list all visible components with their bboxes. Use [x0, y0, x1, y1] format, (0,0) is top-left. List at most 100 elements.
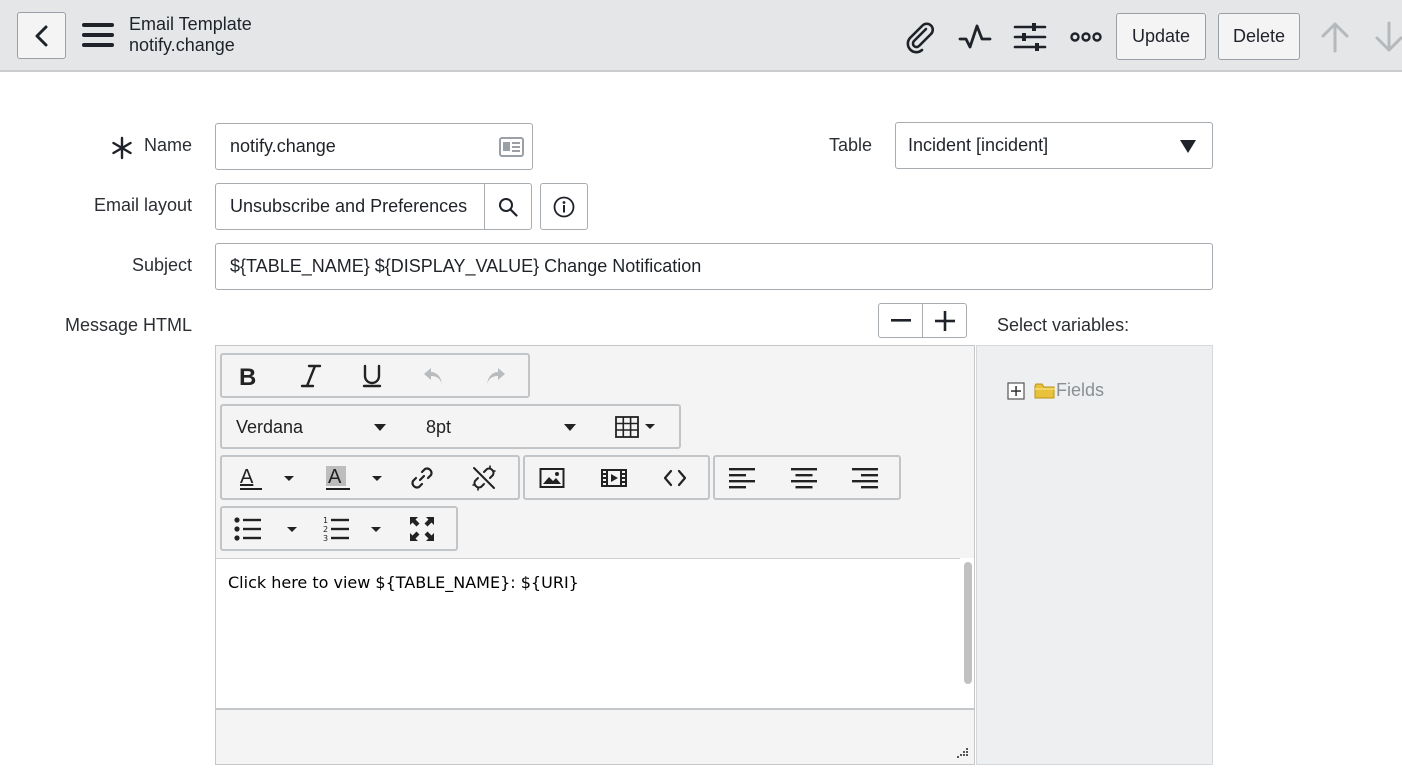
subject-field[interactable]: ${TABLE_NAME} ${DISPLAY_VALUE} Change No…: [215, 243, 1213, 290]
insert-image-button[interactable]: [530, 460, 574, 496]
dropdown-caret-icon: [1180, 140, 1196, 153]
search-icon: [499, 197, 518, 217]
link-icon: [411, 467, 433, 489]
text-color-button[interactable]: A: [228, 460, 298, 496]
font-family-value: Verdana: [236, 416, 304, 437]
redo-button[interactable]: [474, 358, 518, 394]
image-icon: [539, 468, 565, 488]
previous-record-arrow-icon[interactable]: [1318, 20, 1352, 54]
record-name: notify.change: [129, 35, 235, 55]
grow-editor-button[interactable]: [922, 303, 967, 338]
contact-card-icon[interactable]: [499, 136, 524, 158]
resize-handle-icon[interactable]: [956, 746, 968, 758]
italic-icon: [300, 364, 322, 388]
table-select[interactable]: Incident [incident]: [895, 122, 1213, 169]
svg-text:1: 1: [323, 516, 328, 525]
delete-button[interactable]: Delete: [1218, 13, 1300, 60]
name-label: Name: [143, 135, 192, 155]
unlink-icon: [472, 465, 496, 491]
editor-status-bar: [216, 708, 974, 764]
activity-icon[interactable]: [958, 20, 992, 54]
table-grid-icon: [615, 416, 655, 438]
page-title: Email Template notify.change: [129, 14, 252, 56]
alignment-toolbar-group: [713, 455, 901, 500]
editor-content-area[interactable]: Click here to view ${TABLE_NAME}: ${URI}: [216, 558, 960, 708]
numbered-list-button[interactable]: 123: [318, 511, 394, 547]
preview-info-button[interactable]: [540, 183, 588, 230]
font-toolbar-group: Verdana 8pt: [220, 404, 681, 449]
media-toolbar-group: [523, 455, 710, 500]
message-body-text: Click here to view ${TABLE_NAME}: ${URI}: [228, 573, 579, 592]
bold-icon: B: [239, 365, 256, 387]
align-center-button[interactable]: [782, 460, 826, 496]
attachment-icon[interactable]: [902, 20, 936, 54]
hamburger-menu-icon[interactable]: [82, 20, 114, 50]
info-icon: [553, 196, 575, 217]
email-layout-label: Email layout: [93, 195, 192, 215]
insert-video-button[interactable]: [592, 460, 636, 496]
svg-text:A: A: [328, 466, 342, 488]
source-code-button[interactable]: [653, 460, 697, 496]
font-size-value: 8pt: [426, 416, 452, 437]
align-center-icon: [791, 468, 817, 489]
align-right-icon: [852, 468, 878, 489]
update-button[interactable]: Update: [1116, 13, 1206, 60]
more-options-icon[interactable]: [1069, 20, 1103, 54]
back-button[interactable]: [17, 12, 66, 59]
table-value: Incident [incident]: [908, 135, 1049, 155]
email-layout-value: Unsubscribe and Preferences: [230, 196, 468, 216]
fullscreen-icon: [410, 517, 434, 541]
subject-label: Subject: [131, 255, 192, 275]
table-insert-button[interactable]: [608, 409, 664, 445]
code-icon: [663, 469, 687, 487]
subject-value: ${TABLE_NAME} ${DISPLAY_VALUE} Change No…: [230, 256, 702, 276]
svg-text:3: 3: [323, 534, 328, 542]
font-family-select[interactable]: Verdana: [226, 409, 402, 445]
color-link-toolbar-group: A A: [220, 455, 520, 500]
font-size-select[interactable]: 8pt: [416, 409, 592, 445]
film-icon: [601, 469, 627, 487]
email-layout-field[interactable]: Unsubscribe and Preferences: [215, 183, 485, 230]
bold-button[interactable]: B: [227, 358, 271, 394]
editor-scrollbar-thumb[interactable]: [964, 562, 972, 684]
fullscreen-button[interactable]: [400, 511, 444, 547]
name-value: notify.change: [230, 136, 336, 156]
table-label: Table: [828, 135, 872, 155]
fields-tree-node[interactable]: Fields: [1007, 380, 1104, 401]
underline-icon: [362, 364, 382, 388]
folder-icon: [1034, 383, 1055, 398]
svg-text:B: B: [239, 365, 256, 387]
text-color-icon: A: [240, 466, 294, 490]
bullet-list-button[interactable]: [228, 511, 304, 547]
message-html-label: Message HTML: [64, 315, 192, 335]
svg-text:A: A: [240, 466, 254, 488]
numbered-list-icon: 123: [323, 516, 381, 542]
form-header: Email Template notify.change Update Dele…: [0, 0, 1402, 72]
form-title: Email Template: [129, 14, 252, 34]
bullet-list-icon: [234, 517, 297, 541]
italic-button[interactable]: [289, 358, 333, 394]
undo-icon: [424, 368, 442, 384]
caret-down-icon: [564, 424, 576, 431]
name-field[interactable]: notify.change: [215, 123, 533, 170]
shrink-editor-button[interactable]: [878, 303, 923, 338]
next-record-arrow-icon[interactable]: [1372, 20, 1402, 54]
align-left-icon: [729, 468, 755, 489]
format-toolbar-group: B: [220, 353, 530, 398]
caret-down-icon: [374, 424, 386, 431]
settings-sliders-icon[interactable]: [1013, 20, 1047, 54]
lookup-button[interactable]: [484, 183, 532, 230]
remove-link-button[interactable]: [462, 460, 506, 496]
insert-link-button[interactable]: [400, 460, 444, 496]
background-color-icon: A: [326, 466, 382, 490]
underline-button[interactable]: [350, 358, 394, 394]
align-right-button[interactable]: [843, 460, 887, 496]
align-left-button[interactable]: [720, 460, 764, 496]
background-color-button[interactable]: A: [316, 460, 386, 496]
list-toolbar-group: 123: [220, 506, 458, 551]
expand-plus-icon[interactable]: [1007, 381, 1025, 400]
undo-button[interactable]: [411, 358, 455, 394]
fields-tree-label: Fields: [1056, 380, 1105, 400]
plus-icon: [934, 310, 955, 331]
select-variables-label: Select variables:: [997, 315, 1130, 335]
